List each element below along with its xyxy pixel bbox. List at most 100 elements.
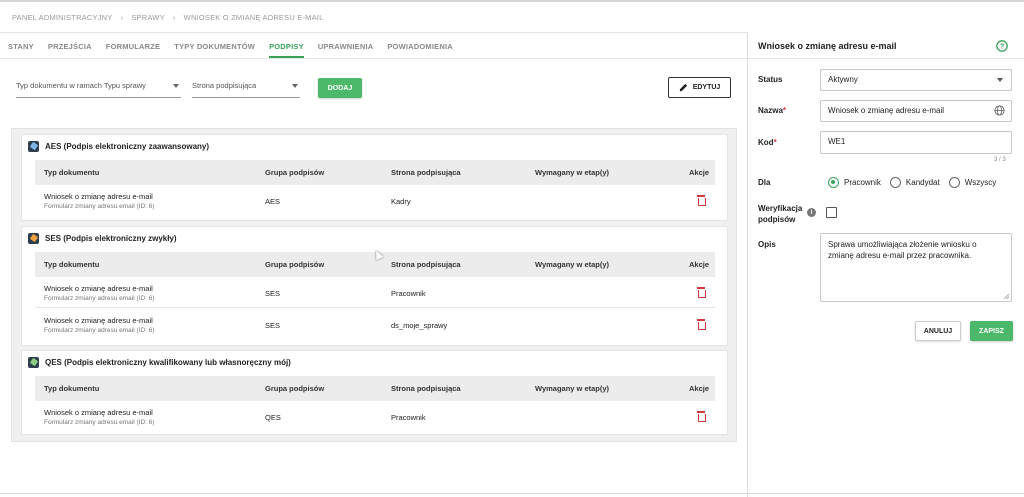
add-button[interactable]: DODAJ (318, 78, 362, 98)
table-row: Wniosek o zmianę adresu e-mail Formularz… (35, 185, 715, 216)
signature-qes-icon (28, 357, 39, 368)
row-group: SES (265, 289, 281, 298)
col-stage: Wymagany w etap(y) (535, 260, 610, 269)
status-select[interactable]: Aktywny (820, 69, 1012, 91)
signing-party-placeholder: Strona podpisująca (192, 81, 257, 90)
verification-checkbox[interactable] (826, 207, 837, 218)
table-header: Typ dokumentu Grupa podpisów Strona podp… (35, 160, 715, 185)
delete-icon[interactable] (697, 287, 706, 298)
row-doc-sub: Formularz zmiany adresu email (ID: 6) (44, 295, 155, 302)
status-label: Status (758, 75, 783, 84)
doc-type-placeholder: Typ dokumentu w ramach Typu sprawy (16, 81, 146, 90)
row-doc-type: Wniosek o zmianę adresu e-mail (44, 192, 153, 201)
verification-label-line1: Weryfikacja (758, 204, 803, 213)
svg-text:?: ? (1000, 42, 1005, 51)
required-marker: * (782, 106, 787, 115)
top-shadow (0, 0, 1024, 2)
col-group: Grupa podpisów (265, 168, 325, 177)
tab-przejscia[interactable]: PRZEJŚCIA (48, 36, 92, 58)
signature-card-ses: SES (Podpis elektroniczny zwykły) Typ do… (21, 226, 728, 346)
tab-powiadomienia[interactable]: POWIADOMIENIA (387, 36, 453, 58)
card-title-text: AES (Podpis elektroniczny zaawansowany) (45, 142, 210, 151)
radio-kandydat-label: Kandydat (905, 178, 940, 187)
col-doc-type: Typ dokumentu (44, 168, 100, 177)
row-doc-sub: Formularz zmiany adresu email (ID: 6) (44, 203, 155, 210)
col-stage: Wymagany w etap(y) (535, 384, 610, 393)
chevron-right-icon: › (120, 13, 124, 22)
save-button[interactable]: ZAPISZ (970, 321, 1013, 341)
col-party: Strona podpisująca (391, 384, 461, 393)
required-marker: * (773, 138, 777, 147)
delete-icon[interactable] (697, 195, 706, 206)
row-party: ds_moje_sprawy (391, 321, 448, 330)
radio-kandydat[interactable] (889, 177, 901, 188)
breadcrumb-item-cases[interactable]: SPRAWY (131, 13, 164, 22)
row-doc-type: Wniosek o zmianę adresu e-mail (44, 284, 153, 293)
col-party: Strona podpisująca (391, 260, 461, 269)
code-label-text: Kod (758, 138, 774, 147)
row-party: Kadry (391, 197, 411, 206)
verification-label-line2: podpisów (758, 215, 796, 224)
card-title-text: QES (Podpis elektroniczny kwalifikowany … (45, 358, 291, 367)
verification-label: Weryfikacja podpisów (758, 203, 802, 225)
name-label: Nazwa* (758, 106, 786, 115)
radio-wszyscy-label: Wszyscy (964, 178, 997, 187)
description-value: Sprawa umożliwiająca złożenie wniosku o … (828, 240, 977, 260)
tab-typy-dokumentow[interactable]: TYPY DOKUMENTÓW (174, 36, 255, 58)
row-party: Pracownik (391, 289, 426, 298)
card-title: SES (Podpis elektroniczny zwykły) (28, 233, 177, 244)
col-stage: Wymagany w etap(y) (535, 168, 610, 177)
col-doc-type: Typ dokumentu (44, 260, 100, 269)
col-actions: Akcje (689, 260, 710, 269)
row-party: Pracownik (391, 413, 426, 422)
resize-handle-icon[interactable] (1003, 293, 1009, 299)
name-input[interactable]: Wniosek o zmianę adresu e-mail (820, 100, 1012, 122)
radio-pracownik-label: Pracownik (844, 178, 881, 187)
for-radio-group: Pracownik Kandydat Wszyscy (828, 177, 996, 188)
cancel-button[interactable]: ANULUJ (915, 321, 961, 341)
pencil-icon (679, 83, 687, 92)
name-label-text: Nazwa (758, 106, 783, 115)
details-panel: Wniosek o zmianę adresu e-mail ? Status … (747, 32, 1024, 497)
name-value: Wniosek o zmianę adresu e-mail (828, 106, 945, 115)
chevron-right-icon: › (172, 13, 176, 22)
panel-header-divider (748, 58, 1024, 59)
row-group: AES (265, 197, 281, 206)
globe-icon[interactable] (994, 105, 1005, 116)
row-doc-type: Wniosek o zmianę adresu e-mail (44, 316, 153, 325)
breadcrumb-item-panel[interactable]: PANEL ADMINISTRACYJNY (12, 13, 112, 22)
table-row: Wniosek o zmianę adresu e-mail Formularz… (35, 309, 715, 340)
dropdown-arrow-icon (173, 84, 179, 88)
row-group: QES (265, 413, 281, 422)
radio-wszyscy[interactable] (948, 177, 960, 188)
code-input[interactable]: WE1 (820, 131, 1012, 154)
description-label: Opis (758, 240, 776, 249)
table-header: Typ dokumentu Grupa podpisów Strona podp… (35, 376, 715, 401)
description-textarea[interactable]: Sprawa umożliwiająca złożenie wniosku o … (820, 233, 1012, 302)
tab-podpisy[interactable]: PODPISY (269, 36, 304, 58)
help-icon[interactable]: ? (996, 40, 1008, 52)
delete-icon[interactable] (697, 411, 706, 422)
row-doc-sub: Formularz zmiany adresu email (ID: 6) (44, 419, 155, 426)
card-title: AES (Podpis elektroniczny zaawansowany) (28, 141, 209, 152)
table-row: Wniosek o zmianę adresu e-mail Formularz… (35, 277, 715, 308)
tabs: STANY PRZEJŚCIA FORMULARZE TYPY DOKUMENT… (8, 36, 467, 58)
tab-formularze[interactable]: FORMULARZE (106, 36, 161, 58)
signing-party-select[interactable]: Strona podpisująca (192, 76, 300, 98)
radio-pracownik[interactable] (828, 177, 839, 188)
info-icon[interactable]: i (807, 208, 816, 217)
signatures-container: AES (Podpis elektroniczny zaawansowany) … (11, 128, 737, 442)
delete-icon[interactable] (697, 319, 706, 330)
card-title-text: SES (Podpis elektroniczny zwykły) (45, 234, 177, 243)
tab-stany[interactable]: STANY (8, 36, 34, 58)
for-label: Dla (758, 178, 771, 187)
row-group: SES (265, 321, 281, 330)
tab-uprawnienia[interactable]: UPRAWNIENIA (318, 36, 374, 58)
edit-button[interactable]: EDYTUJ (668, 77, 731, 98)
doc-type-select[interactable]: Typ dokumentu w ramach Typu sprawy (16, 76, 181, 98)
status-value: Aktywny (828, 75, 858, 84)
code-label: Kod* (758, 138, 777, 147)
col-actions: Akcje (689, 384, 710, 393)
col-party: Strona podpisująca (391, 168, 461, 177)
code-value: WE1 (828, 137, 846, 146)
